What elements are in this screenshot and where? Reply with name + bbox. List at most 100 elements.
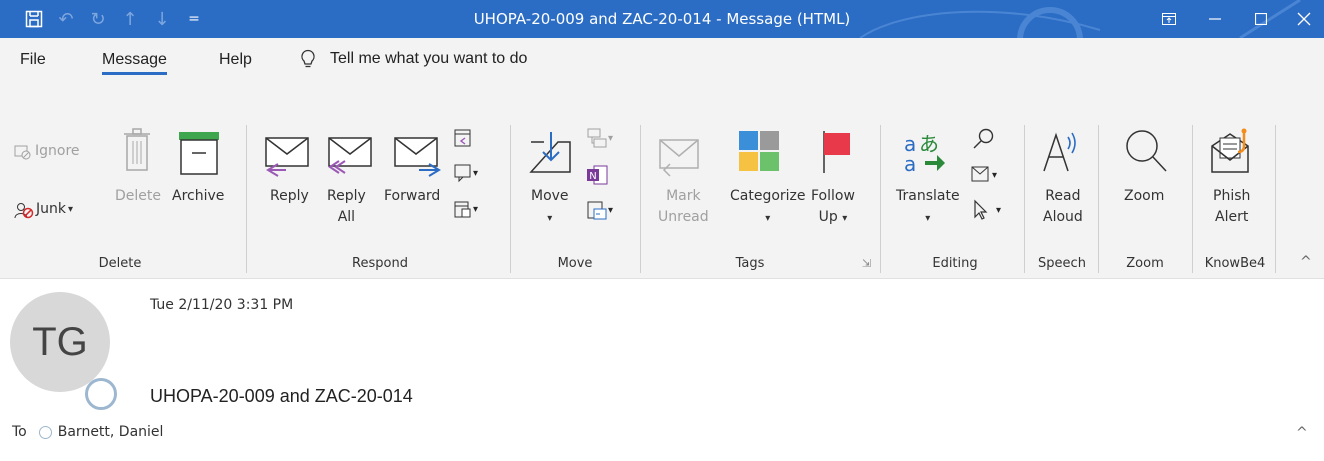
more-respond-icon <box>454 201 471 218</box>
delete-icon <box>124 128 150 171</box>
reply-all-label-line1: Reply <box>327 188 366 204</box>
title-bar: ↶ ↻ ↑ ↓ = UHOPA-20-009 and ZAC-20-014 - … <box>0 0 1324 38</box>
dialog-launcher-icon[interactable]: ⇲ <box>862 257 871 270</box>
tab-message[interactable]: Message <box>102 38 167 75</box>
group-separator <box>510 125 511 273</box>
recipient-name[interactable]: Barnett, Daniel <box>58 424 164 440</box>
group-separator <box>880 125 881 273</box>
onenote-icon[interactable]: N <box>586 164 608 186</box>
maximize-icon[interactable] <box>1238 0 1284 38</box>
group-separator <box>1275 125 1276 273</box>
ignore-label: Ignore <box>35 143 80 159</box>
lightbulb-icon <box>301 49 315 68</box>
read-aloud-button[interactable]: Read Aloud <box>1043 186 1083 228</box>
archive-button[interactable]: Archive <box>172 186 224 207</box>
categorize-icon <box>739 131 779 171</box>
group-separator <box>640 125 641 273</box>
actions-button[interactable]: ▾ <box>586 199 613 221</box>
group-separator <box>1098 125 1099 273</box>
categorize-label: Categorize <box>730 188 806 204</box>
presence-indicator <box>85 378 117 410</box>
follow-up-flag-icon <box>823 131 850 173</box>
group-label-delete: Delete <box>98 256 142 271</box>
move-icon <box>529 132 571 173</box>
group-label-tags: Tags <box>735 256 765 271</box>
reply-all-button[interactable]: Reply All <box>327 186 366 228</box>
follow-up-line2: Up <box>818 209 838 225</box>
zoom-button[interactable]: Zoom <box>1124 186 1164 207</box>
im-icon <box>454 164 471 183</box>
ribbon-tab-bar: File Message Help Tell me what you want … <box>0 38 1324 80</box>
ribbon <box>0 80 1324 279</box>
tab-help[interactable]: Help <box>219 38 252 80</box>
mark-unread-button[interactable]: Mark Unread <box>658 186 709 228</box>
follow-up-button[interactable]: Follow Up ▾ <box>811 186 855 229</box>
more-respond-button[interactable]: ▾ <box>453 199 478 219</box>
collapse-ribbon-icon[interactable]: ^ <box>1300 254 1312 270</box>
recipients-row: To Barnett, Daniel <box>12 424 163 440</box>
svg-text:あ: あ <box>919 132 939 156</box>
close-icon[interactable] <box>1284 0 1324 38</box>
phish-alert-line2: Alert <box>1215 209 1249 225</box>
reply-button[interactable]: Reply <box>270 186 309 207</box>
forward-icon <box>394 137 441 177</box>
mark-unread-icon <box>659 139 699 177</box>
mark-unread-line1: Mark <box>666 188 701 204</box>
actions-icon <box>587 201 607 220</box>
sender-avatar: TG <box>10 292 110 392</box>
reply-all-label-line2: All <box>337 209 356 225</box>
group-label-editing: Editing <box>932 256 978 271</box>
tab-file[interactable]: File <box>20 38 46 80</box>
move-button[interactable]: Move ▾ <box>531 186 569 229</box>
related-icon <box>971 166 989 182</box>
read-aloud-line2: Aloud <box>1043 209 1083 225</box>
group-separator <box>1192 125 1193 273</box>
group-separator <box>246 125 247 273</box>
window-title: UHOPA-20-009 and ZAC-20-014 - Message (H… <box>473 10 851 28</box>
rules-button[interactable]: ▾ <box>586 127 613 149</box>
tell-me-text: Tell me what you want to do <box>330 50 528 67</box>
svg-text:a: a <box>904 152 916 175</box>
read-aloud-icon <box>1043 132 1076 172</box>
group-label-respond: Respond <box>352 256 408 271</box>
window-controls <box>1146 0 1324 38</box>
rules-icon <box>587 128 607 148</box>
categorize-button[interactable]: Categorize ▾ <box>730 186 806 229</box>
select-button[interactable]: ▾ <box>970 199 1001 221</box>
phish-alert-icon <box>1211 128 1249 173</box>
message-subject: UHOPA-20-009 and ZAC-20-014 <box>150 386 413 406</box>
recipient-presence-icon <box>38 425 52 439</box>
svg-text:N: N <box>589 171 596 182</box>
translate-button[interactable]: Translate ▾ <box>896 186 960 229</box>
group-separator <box>1024 125 1025 273</box>
tell-me-search[interactable]: Tell me what you want to do <box>300 38 527 80</box>
meeting-reply-icon[interactable] <box>453 127 473 149</box>
read-aloud-line1: Read <box>1045 188 1081 204</box>
junk-label: Junk <box>36 201 66 217</box>
forward-button[interactable]: Forward <box>384 186 440 207</box>
group-label-zoom: Zoom <box>1126 256 1164 271</box>
phish-alert-line1: Phish <box>1213 188 1251 204</box>
ribbon-display-options-icon[interactable] <box>1146 0 1192 38</box>
delete-button[interactable]: Delete <box>115 186 161 207</box>
zoom-icon <box>1126 130 1167 172</box>
junk-icon <box>14 202 34 218</box>
move-label: Move <box>531 188 569 204</box>
im-reply-button[interactable]: ▾ <box>453 163 478 183</box>
follow-up-line1: Follow <box>811 188 855 204</box>
reply-all-icon <box>328 137 372 174</box>
find-icon[interactable] <box>972 127 996 151</box>
group-label-move: Move <box>557 256 593 271</box>
group-label-speech: Speech <box>1038 256 1086 271</box>
minimize-icon[interactable] <box>1192 0 1238 38</box>
cursor-icon <box>974 199 988 220</box>
mark-unread-line2: Unread <box>658 209 709 225</box>
related-button[interactable]: ▾ <box>970 165 997 185</box>
phish-alert-button[interactable]: Phish Alert <box>1213 186 1250 228</box>
ignore-icon <box>14 145 31 159</box>
collapse-header-icon[interactable]: ^ <box>1296 425 1308 441</box>
reply-icon <box>265 137 309 177</box>
ignore-button[interactable]: Ignore <box>14 141 80 162</box>
translate-label: Translate <box>896 188 960 204</box>
junk-button[interactable]: Junk ▾ <box>14 199 73 220</box>
